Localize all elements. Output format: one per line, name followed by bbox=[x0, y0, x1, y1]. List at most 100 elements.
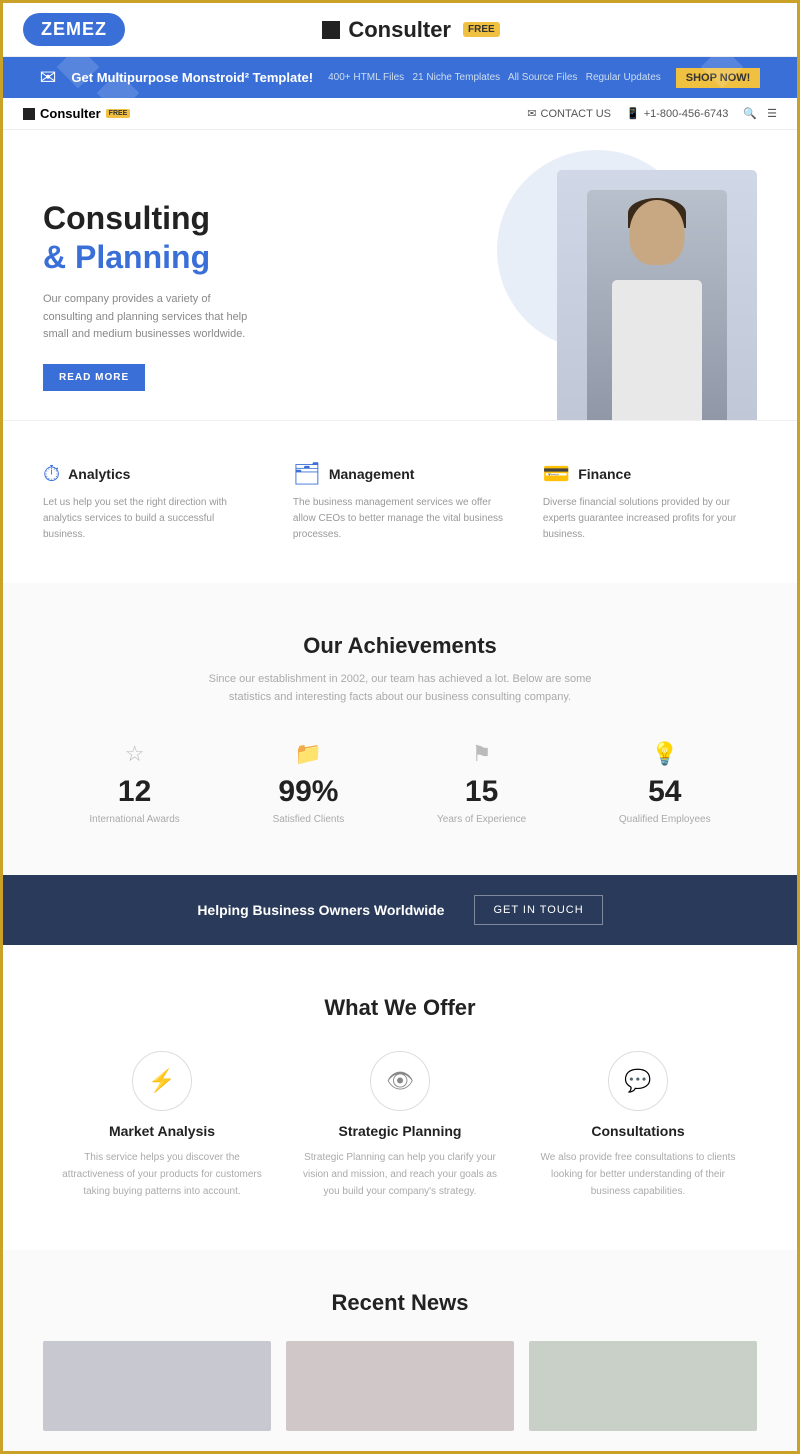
achievements-section: Our Achievements Since our establishment… bbox=[3, 583, 797, 875]
analytics-icon-row: ⏱ Analytics bbox=[43, 461, 257, 487]
feature-management-desc: The business management services we offe… bbox=[293, 495, 507, 543]
strategic-planning-name: Strategic Planning bbox=[300, 1123, 500, 1139]
nav-phone[interactable]: 📱 +1-800-456-6743 bbox=[626, 107, 728, 120]
nav-bar: Consulter FREE ✉ CONTACT US 📱 +1-800-456… bbox=[3, 98, 797, 130]
hero-title-line1: Consulting bbox=[43, 199, 364, 237]
strategic-planning-desc: Strategic Planning can help you clarify … bbox=[300, 1149, 500, 1200]
nav-logo-text: Consulter bbox=[40, 106, 101, 121]
offer-section-title: What We Offer bbox=[43, 995, 757, 1021]
strategic-planning-icon: 👁 bbox=[386, 1068, 414, 1094]
offer-items-row: ⚡ Market Analysis This service helps you… bbox=[43, 1051, 757, 1200]
market-analysis-icon-circle: ⚡ bbox=[132, 1051, 192, 1111]
brand-square-icon bbox=[322, 21, 340, 39]
market-analysis-icon: ⚡ bbox=[148, 1068, 175, 1094]
nav-contact[interactable]: ✉ CONTACT US bbox=[527, 107, 611, 120]
employees-label: Qualified Employees bbox=[619, 814, 711, 825]
menu-icon[interactable]: ☰ bbox=[767, 107, 777, 120]
clients-number: 99% bbox=[273, 775, 345, 809]
free-badge-top: FREE bbox=[463, 22, 500, 37]
hero-content: Consulting & Planning Our company provid… bbox=[43, 199, 364, 391]
consulter-brand-title: Consulter FREE bbox=[322, 17, 499, 43]
person-head bbox=[629, 200, 684, 265]
nav-logo-square-icon bbox=[23, 108, 35, 120]
feature-analytics-desc: Let us help you set the right direction … bbox=[43, 495, 257, 543]
get-in-touch-button[interactable]: GET IN TOUCH bbox=[474, 895, 602, 925]
news-card-1[interactable] bbox=[43, 1341, 271, 1431]
stat-employees: 💡 54 Qualified Employees bbox=[619, 741, 711, 825]
offer-consultations: 💬 Consultations We also provide free con… bbox=[538, 1051, 738, 1200]
read-more-button[interactable]: READ MORE bbox=[43, 364, 145, 391]
finance-icon-row: 💳 Finance bbox=[543, 461, 757, 487]
person-figure bbox=[587, 190, 727, 420]
outer-frame: ZEMEZ Consulter FREE ✉ Get Multipurpose … bbox=[0, 0, 800, 1454]
feature-analytics-name: Analytics bbox=[68, 466, 130, 482]
phone-icon: 📱 bbox=[626, 107, 640, 120]
market-analysis-name: Market Analysis bbox=[62, 1123, 262, 1139]
awards-icon: ☆ bbox=[89, 741, 179, 767]
promo-sub-items: 400+ HTML Files 21 Niche Templates All S… bbox=[328, 72, 661, 83]
nav-free-badge: FREE bbox=[106, 109, 131, 118]
envelope-icon: ✉ bbox=[40, 65, 57, 90]
news-card-3[interactable] bbox=[529, 1341, 757, 1431]
awards-label: International Awards bbox=[89, 814, 179, 825]
cta-banner: Helping Business Owners Worldwide GET IN… bbox=[3, 875, 797, 945]
news-cards-row bbox=[43, 1341, 757, 1431]
consultations-icon-circle: 💬 bbox=[608, 1051, 668, 1111]
envelope-nav-icon: ✉ bbox=[527, 107, 536, 120]
consultations-icon: 💬 bbox=[624, 1068, 651, 1094]
person-body bbox=[612, 280, 702, 420]
management-icon: 🗂 bbox=[293, 461, 321, 487]
feature-management-name: Management bbox=[329, 466, 415, 482]
feature-analytics: ⏱ Analytics Let us help you set the righ… bbox=[43, 461, 257, 543]
achievements-subtitle: Since our establishment in 2002, our tea… bbox=[200, 671, 600, 706]
clients-icon: 📁 bbox=[273, 741, 345, 767]
stats-row: ☆ 12 International Awards 📁 99% Satisfie… bbox=[43, 741, 757, 825]
achievements-title: Our Achievements bbox=[43, 633, 757, 659]
analytics-icon: ⏱ bbox=[43, 461, 60, 487]
news-card-2[interactable] bbox=[286, 1341, 514, 1431]
feature-finance-name: Finance bbox=[578, 466, 631, 482]
hero-image bbox=[364, 170, 757, 420]
recent-news-section: Recent News bbox=[3, 1250, 797, 1451]
awards-number: 12 bbox=[89, 775, 179, 809]
feature-management: 🗂 Management The business management ser… bbox=[293, 461, 507, 543]
clients-label: Satisfied Clients bbox=[273, 814, 345, 825]
consultations-name: Consultations bbox=[538, 1123, 738, 1139]
hero-description: Our company provides a variety of consul… bbox=[43, 291, 263, 344]
consultations-desc: We also provide free consultations to cl… bbox=[538, 1149, 738, 1200]
cta-text: Helping Business Owners Worldwide bbox=[197, 902, 444, 918]
offer-strategic-planning: 👁 Strategic Planning Strategic Planning … bbox=[300, 1051, 500, 1200]
experience-number: 15 bbox=[437, 775, 526, 809]
zemez-logo[interactable]: ZEMEZ bbox=[23, 13, 125, 46]
consulter-brand-name: Consulter bbox=[348, 17, 451, 43]
offer-market-analysis: ⚡ Market Analysis This service helps you… bbox=[62, 1051, 262, 1200]
top-bar: ZEMEZ Consulter FREE bbox=[3, 3, 797, 57]
hero-person-image bbox=[557, 170, 757, 420]
promo-banner: ✉ Get Multipurpose Monstroid² Template! … bbox=[3, 57, 797, 98]
recent-news-title: Recent News bbox=[43, 1290, 757, 1316]
hero-title-line2: & Planning bbox=[43, 238, 364, 276]
search-icon[interactable]: 🔍 bbox=[743, 107, 757, 120]
stat-awards: ☆ 12 International Awards bbox=[89, 741, 179, 825]
stat-clients: 📁 99% Satisfied Clients bbox=[273, 741, 345, 825]
market-analysis-desc: This service helps you discover the attr… bbox=[62, 1149, 262, 1200]
what-offer-section: What We Offer ⚡ Market Analysis This ser… bbox=[3, 945, 797, 1250]
experience-icon: ⚑ bbox=[437, 741, 526, 767]
management-icon-row: 🗂 Management bbox=[293, 461, 507, 487]
contact-label: CONTACT US bbox=[541, 108, 612, 120]
experience-label: Years of Experience bbox=[437, 814, 526, 825]
finance-icon: 💳 bbox=[543, 461, 570, 487]
employees-number: 54 bbox=[619, 775, 711, 809]
features-section: ⏱ Analytics Let us help you set the righ… bbox=[3, 420, 797, 583]
strategic-planning-icon-circle: 👁 bbox=[370, 1051, 430, 1111]
nav-icons: 🔍 ☰ bbox=[743, 107, 777, 120]
feature-finance: 💳 Finance Diverse financial solutions pr… bbox=[543, 461, 757, 543]
hero-section: Consulting & Planning Our company provid… bbox=[3, 130, 797, 420]
nav-right: ✉ CONTACT US 📱 +1-800-456-6743 🔍 ☰ bbox=[527, 107, 777, 120]
feature-finance-desc: Diverse financial solutions provided by … bbox=[543, 495, 757, 543]
employees-icon: 💡 bbox=[619, 741, 711, 767]
nav-logo[interactable]: Consulter FREE bbox=[23, 106, 130, 121]
stat-experience: ⚑ 15 Years of Experience bbox=[437, 741, 526, 825]
phone-number: +1-800-456-6743 bbox=[644, 108, 729, 120]
hero-title: Consulting & Planning bbox=[43, 199, 364, 276]
